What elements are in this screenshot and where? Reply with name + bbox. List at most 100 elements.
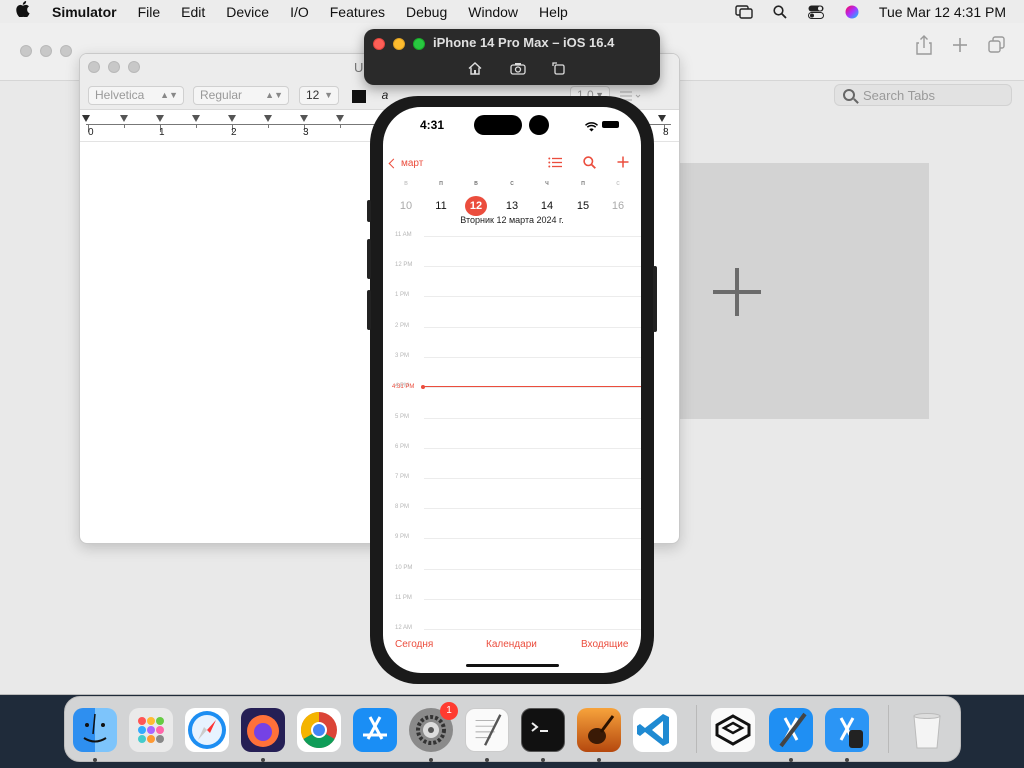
rotate-icon[interactable]	[550, 60, 568, 76]
trash-icon[interactable]	[905, 708, 949, 752]
calendars-button[interactable]: Календари	[486, 639, 537, 650]
tab-stop-marker[interactable]	[120, 115, 128, 122]
minimize-button[interactable]	[108, 61, 120, 73]
zoom-button[interactable]	[60, 45, 72, 57]
tab-overview-icon[interactable]	[988, 35, 1006, 61]
menu-io[interactable]: I/O	[290, 4, 309, 20]
weekday-letter: с	[616, 180, 620, 187]
tab-stop-marker[interactable]	[336, 115, 344, 122]
control-center-icon[interactable]	[807, 5, 825, 19]
share-icon[interactable]	[916, 35, 932, 61]
week-day[interactable]: 14	[536, 196, 558, 216]
menu-help[interactable]: Help	[539, 4, 568, 20]
running-indicator	[429, 758, 433, 762]
right-margin-marker[interactable]	[658, 115, 666, 122]
vscode-icon[interactable]	[633, 708, 677, 752]
week-day-selected[interactable]: 12	[465, 196, 487, 216]
power-button[interactable]	[653, 266, 657, 332]
tab-stop-marker[interactable]	[156, 115, 164, 122]
menu-file[interactable]: File	[138, 4, 161, 20]
chrome-icon[interactable]	[297, 708, 341, 752]
tab-stop-marker[interactable]	[192, 115, 200, 122]
garageband-icon[interactable]	[577, 708, 621, 752]
add-event-icon[interactable]	[615, 154, 631, 170]
home-icon[interactable]	[466, 60, 484, 76]
menu-window[interactable]: Window	[468, 4, 518, 20]
text-background-color-icon[interactable]: a	[377, 88, 393, 104]
close-button[interactable]	[88, 61, 100, 73]
menu-clock[interactable]: Tue Mar 12 4:31 PM	[879, 4, 1006, 20]
week-day[interactable]: 16	[607, 196, 629, 216]
new-tab-tile[interactable]	[680, 163, 929, 419]
search-tabs-field[interactable]: Search Tabs	[834, 84, 1012, 106]
safari-icon[interactable]	[185, 708, 229, 752]
week-day[interactable]: 11	[430, 196, 452, 216]
xcode-icon[interactable]	[769, 708, 813, 752]
screen-mirroring-icon[interactable]	[735, 4, 753, 19]
iphone-device-frame: 4:31 март в п в с ч п с 10 11 12 13 14 1…	[367, 96, 657, 684]
hour-row: 1 PM	[383, 292, 641, 298]
zoom-button[interactable]	[128, 61, 140, 73]
menu-features[interactable]: Features	[330, 4, 385, 20]
textedit-icon[interactable]	[465, 708, 509, 752]
terminal-icon[interactable]	[521, 708, 565, 752]
running-indicator	[541, 758, 545, 762]
tab-stop-marker[interactable]	[228, 115, 236, 122]
hour-label: 10 PM	[395, 565, 413, 571]
hour-label: 7 PM	[395, 474, 410, 480]
font-family-select[interactable]: Helvetica ▲▼	[88, 86, 184, 105]
back-to-month-button[interactable]: март	[388, 158, 423, 169]
hour-label: 1 PM	[395, 292, 410, 298]
running-indicator	[597, 758, 601, 762]
chevron-updown-icon: ▲▼	[160, 90, 178, 100]
text-color-well[interactable]	[352, 90, 366, 103]
app-store-icon[interactable]	[353, 708, 397, 752]
menu-app-name[interactable]: Simulator	[52, 4, 117, 20]
system-settings-icon[interactable]: 1	[409, 702, 458, 752]
close-button[interactable]	[373, 38, 385, 50]
font-style-value: Regular	[200, 88, 243, 102]
font-style-select[interactable]: Regular ▲▼	[193, 86, 289, 105]
siri-icon[interactable]	[843, 5, 861, 19]
minimize-button[interactable]	[40, 45, 52, 57]
left-margin-marker[interactable]	[82, 115, 90, 122]
new-tab-icon[interactable]	[952, 35, 968, 61]
search-icon[interactable]	[581, 154, 597, 170]
hour-row: 11 AM	[383, 232, 641, 238]
week-day[interactable]: 15	[572, 196, 594, 216]
finder-icon[interactable]	[73, 708, 117, 752]
menu-bar: Simulator File Edit Device I/O Features …	[0, 0, 1024, 23]
simulator-titlebar: iPhone 14 Pro Max – iOS 16.4	[364, 29, 660, 85]
apple-menu-icon[interactable]	[16, 1, 42, 22]
spotlight-search-icon[interactable]	[771, 4, 789, 19]
simulator-icon[interactable]	[825, 708, 869, 752]
menu-debug[interactable]: Debug	[406, 4, 447, 20]
font-family-value: Helvetica	[95, 88, 145, 102]
hour-row: 8 PM	[383, 504, 641, 510]
simulator-title: iPhone 14 Pro Max – iOS 16.4	[433, 35, 615, 50]
today-button[interactable]: Сегодня	[395, 639, 433, 650]
volume-down-button[interactable]	[367, 290, 371, 330]
home-indicator[interactable]	[466, 664, 559, 667]
week-day[interactable]: 10	[395, 196, 417, 216]
volume-up-button[interactable]	[367, 239, 371, 279]
tab-stop-marker[interactable]	[300, 115, 308, 122]
firefox-icon[interactable]	[241, 708, 285, 752]
minimize-button[interactable]	[393, 38, 405, 50]
launchpad-icon[interactable]	[129, 708, 173, 752]
menu-edit[interactable]: Edit	[181, 4, 205, 20]
tab-stop-marker[interactable]	[264, 115, 272, 122]
weekday-letter: ч	[545, 180, 549, 187]
battery-icon	[602, 121, 619, 128]
menu-device[interactable]: Device	[226, 4, 269, 20]
list-view-icon[interactable]	[547, 154, 563, 170]
inbox-button[interactable]: Входящие	[581, 639, 628, 650]
week-day[interactable]: 13	[501, 196, 523, 216]
action-button[interactable]	[367, 200, 371, 222]
ruler-label: 3	[303, 127, 309, 138]
xcode-cloud-icon[interactable]	[711, 708, 755, 752]
screenshot-icon[interactable]	[509, 60, 527, 76]
close-button[interactable]	[20, 45, 32, 57]
font-size-select[interactable]: 12 ▼	[299, 86, 339, 105]
zoom-button[interactable]	[413, 38, 425, 50]
